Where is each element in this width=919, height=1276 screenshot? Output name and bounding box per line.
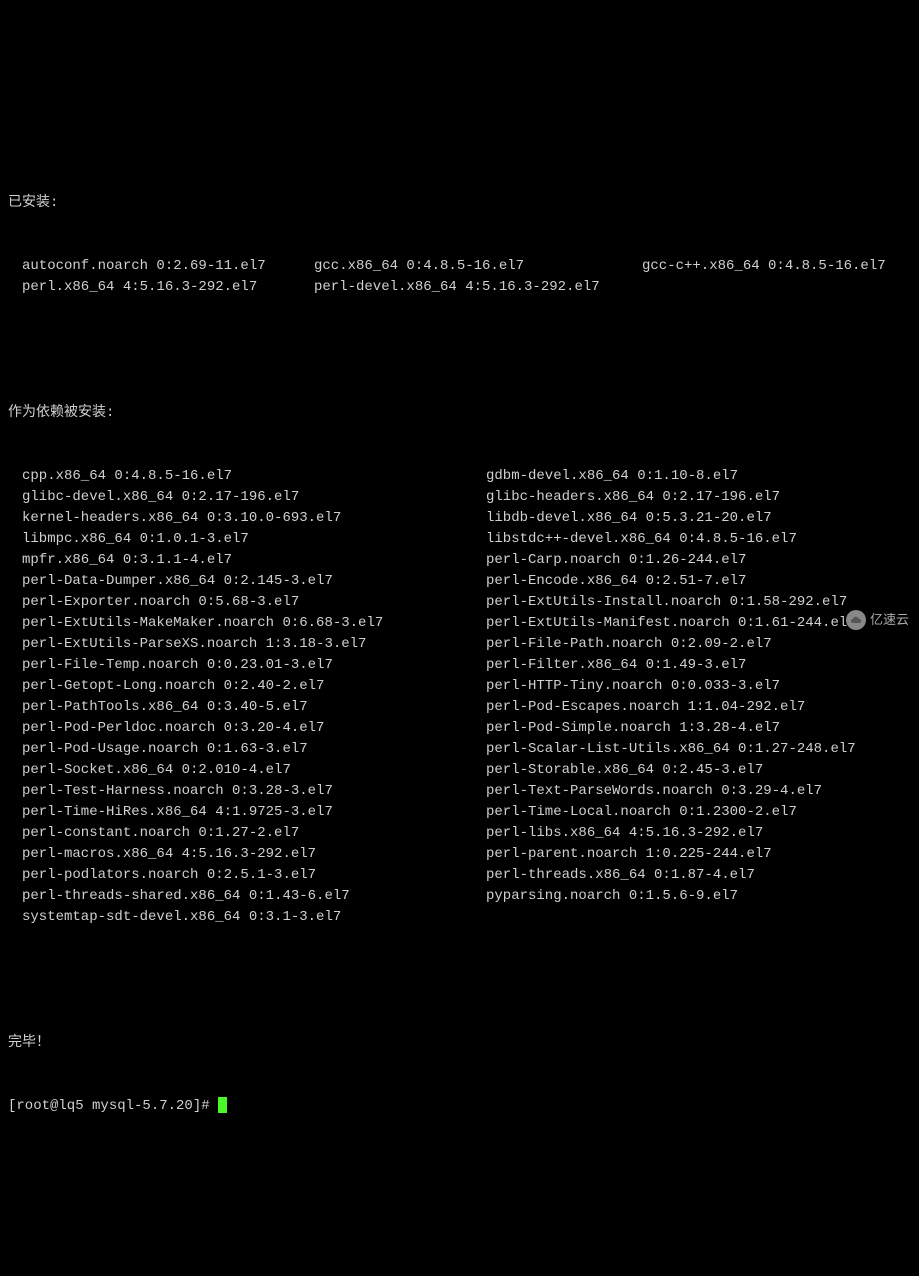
package-item: systemtap-sdt-devel.x86_64 0:3.1-3.el7 xyxy=(22,907,486,928)
dep-row: cpp.x86_64 0:4.8.5-16.el7gdbm-devel.x86_… xyxy=(8,466,911,487)
package-item: perl-Text-ParseWords.noarch 0:3.29-4.el7 xyxy=(486,781,911,802)
package-item: glibc-headers.x86_64 0:2.17-196.el7 xyxy=(486,487,911,508)
package-item: perl-HTTP-Tiny.noarch 0:0.033-3.el7 xyxy=(486,676,911,697)
package-item: libdb-devel.x86_64 0:5.3.21-20.el7 xyxy=(486,508,911,529)
package-item: perl-Time-HiRes.x86_64 4:1.9725-3.el7 xyxy=(22,802,486,823)
package-item: perl-Storable.x86_64 0:2.45-3.el7 xyxy=(486,760,911,781)
dep-row: perl-Pod-Usage.noarch 0:1.63-3.el7perl-S… xyxy=(8,739,911,760)
package-item: perl.x86_64 4:5.16.3-292.el7 xyxy=(22,277,314,298)
package-item xyxy=(642,277,911,298)
watermark-text: 亿速云 xyxy=(870,609,909,630)
dep-row: perl-macros.x86_64 4:5.16.3-292.el7perl-… xyxy=(8,844,911,865)
watermark: 亿速云 xyxy=(846,609,909,630)
installed-row: autoconf.noarch 0:2.69-11.el7gcc.x86_64 … xyxy=(8,256,911,277)
package-item: autoconf.noarch 0:2.69-11.el7 xyxy=(22,256,314,277)
package-item: perl-constant.noarch 0:1.27-2.el7 xyxy=(22,823,486,844)
package-item xyxy=(486,907,911,928)
package-item: perl-Socket.x86_64 0:2.010-4.el7 xyxy=(22,760,486,781)
package-item: perl-File-Path.noarch 0:2.09-2.el7 xyxy=(486,634,911,655)
complete-line: 完毕！ xyxy=(8,1033,911,1054)
package-item: perl-devel.x86_64 4:5.16.3-292.el7 xyxy=(314,277,642,298)
dep-row: perl-Getopt-Long.noarch 0:2.40-2.el7perl… xyxy=(8,676,911,697)
blank-line xyxy=(8,970,911,991)
package-item: perl-File-Temp.noarch 0:0.23.01-3.el7 xyxy=(22,655,486,676)
dep-row: perl-constant.noarch 0:1.27-2.el7perl-li… xyxy=(8,823,911,844)
package-item: perl-Pod-Escapes.noarch 1:1.04-292.el7 xyxy=(486,697,911,718)
dep-row: perl-ExtUtils-MakeMaker.noarch 0:6.68-3.… xyxy=(8,613,911,634)
dep-row: perl-File-Temp.noarch 0:0.23.01-3.el7per… xyxy=(8,655,911,676)
package-item: perl-PathTools.x86_64 0:3.40-5.el7 xyxy=(22,697,486,718)
package-item: perl-podlators.noarch 0:2.5.1-3.el7 xyxy=(22,865,486,886)
package-item: perl-Pod-Perldoc.noarch 0:3.20-4.el7 xyxy=(22,718,486,739)
package-item: perl-Scalar-List-Utils.x86_64 0:1.27-248… xyxy=(486,739,911,760)
dep-row: libmpc.x86_64 0:1.0.1-3.el7libstdc++-dev… xyxy=(8,529,911,550)
dep-row: perl-ExtUtils-ParseXS.noarch 1:3.18-3.el… xyxy=(8,634,911,655)
package-item: perl-macros.x86_64 4:5.16.3-292.el7 xyxy=(22,844,486,865)
package-item: perl-ExtUtils-ParseXS.noarch 1:3.18-3.el… xyxy=(22,634,486,655)
dep-row: mpfr.x86_64 0:3.1.1-4.el7perl-Carp.noarc… xyxy=(8,550,911,571)
package-item: perl-Pod-Usage.noarch 0:1.63-3.el7 xyxy=(22,739,486,760)
dep-row: perl-Time-HiRes.x86_64 4:1.9725-3.el7per… xyxy=(8,802,911,823)
prompt-text: [root@lq5 mysql-5.7.20]# xyxy=(8,1098,218,1114)
package-item: perl-Time-Local.noarch 0:1.2300-2.el7 xyxy=(486,802,911,823)
package-item: perl-Carp.noarch 0:1.26-244.el7 xyxy=(486,550,911,571)
dep-row: kernel-headers.x86_64 0:3.10.0-693.el7li… xyxy=(8,508,911,529)
package-item: perl-libs.x86_64 4:5.16.3-292.el7 xyxy=(486,823,911,844)
package-item: gcc.x86_64 0:4.8.5-16.el7 xyxy=(314,256,642,277)
dep-row: perl-Exporter.noarch 0:5.68-3.el7perl-Ex… xyxy=(8,592,911,613)
installed-header: 已安装: xyxy=(8,193,911,214)
package-item: gdbm-devel.x86_64 0:1.10-8.el7 xyxy=(486,466,911,487)
dep-row: perl-podlators.noarch 0:2.5.1-3.el7perl-… xyxy=(8,865,911,886)
package-item: kernel-headers.x86_64 0:3.10.0-693.el7 xyxy=(22,508,486,529)
dep-row: perl-Data-Dumper.x86_64 0:2.145-3.el7per… xyxy=(8,571,911,592)
installed-row: perl.x86_64 4:5.16.3-292.el7perl-devel.x… xyxy=(8,277,911,298)
package-item: glibc-devel.x86_64 0:2.17-196.el7 xyxy=(22,487,486,508)
package-item: perl-ExtUtils-MakeMaker.noarch 0:6.68-3.… xyxy=(22,613,486,634)
package-item: perl-Filter.x86_64 0:1.49-3.el7 xyxy=(486,655,911,676)
package-item: libstdc++-devel.x86_64 0:4.8.5-16.el7 xyxy=(486,529,911,550)
package-item: cpp.x86_64 0:4.8.5-16.el7 xyxy=(22,466,486,487)
package-item: perl-Pod-Simple.noarch 1:3.28-4.el7 xyxy=(486,718,911,739)
package-item: mpfr.x86_64 0:3.1.1-4.el7 xyxy=(22,550,486,571)
dep-row: perl-Socket.x86_64 0:2.010-4.el7perl-Sto… xyxy=(8,760,911,781)
package-item: perl-Exporter.noarch 0:5.68-3.el7 xyxy=(22,592,486,613)
package-item: perl-Encode.x86_64 0:2.51-7.el7 xyxy=(486,571,911,592)
dep-row: systemtap-sdt-devel.x86_64 0:3.1-3.el7 xyxy=(8,907,911,928)
terminal-output[interactable]: 已安装: autoconf.noarch 0:2.69-11.el7gcc.x8… xyxy=(0,84,919,1142)
blank-line xyxy=(8,130,911,151)
package-item: perl-threads-shared.x86_64 0:1.43-6.el7 xyxy=(22,886,486,907)
cloud-icon xyxy=(846,610,866,630)
package-item: perl-parent.noarch 1:0.225-244.el7 xyxy=(486,844,911,865)
package-item: perl-Getopt-Long.noarch 0:2.40-2.el7 xyxy=(22,676,486,697)
package-item: libmpc.x86_64 0:1.0.1-3.el7 xyxy=(22,529,486,550)
dep-row: perl-PathTools.x86_64 0:3.40-5.el7perl-P… xyxy=(8,697,911,718)
dep-row: perl-Test-Harness.noarch 0:3.28-3.el7per… xyxy=(8,781,911,802)
dep-row: glibc-devel.x86_64 0:2.17-196.el7glibc-h… xyxy=(8,487,911,508)
package-item: perl-threads.x86_64 0:1.87-4.el7 xyxy=(486,865,911,886)
shell-prompt[interactable]: [root@lq5 mysql-5.7.20]# xyxy=(8,1096,911,1117)
package-item: gcc-c++.x86_64 0:4.8.5-16.el7 xyxy=(642,256,911,277)
package-item: perl-Test-Harness.noarch 0:3.28-3.el7 xyxy=(22,781,486,802)
dep-row: perl-threads-shared.x86_64 0:1.43-6.el7p… xyxy=(8,886,911,907)
package-item: perl-Data-Dumper.x86_64 0:2.145-3.el7 xyxy=(22,571,486,592)
cursor xyxy=(218,1097,227,1113)
package-item: pyparsing.noarch 0:1.5.6-9.el7 xyxy=(486,886,911,907)
deps-header: 作为依赖被安装: xyxy=(8,403,911,424)
dep-row: perl-Pod-Perldoc.noarch 0:3.20-4.el7perl… xyxy=(8,718,911,739)
blank-line xyxy=(8,340,911,361)
